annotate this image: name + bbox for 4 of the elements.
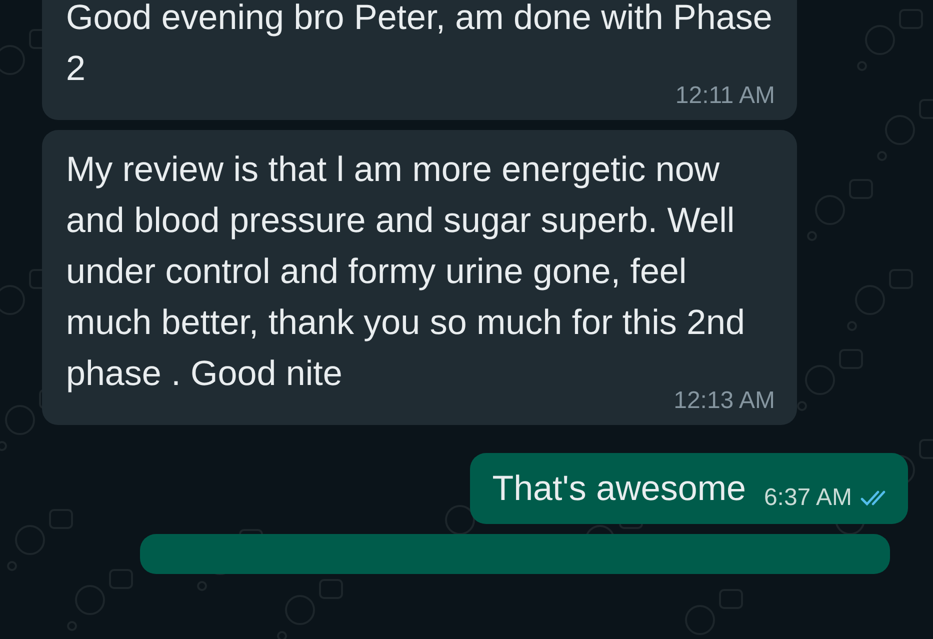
message-time: 12:13 AM [674,387,775,415]
message-time: 6:37 AM [764,484,852,512]
message-text: That's awesome [492,468,746,510]
message-time: 12:11 AM [675,82,775,110]
